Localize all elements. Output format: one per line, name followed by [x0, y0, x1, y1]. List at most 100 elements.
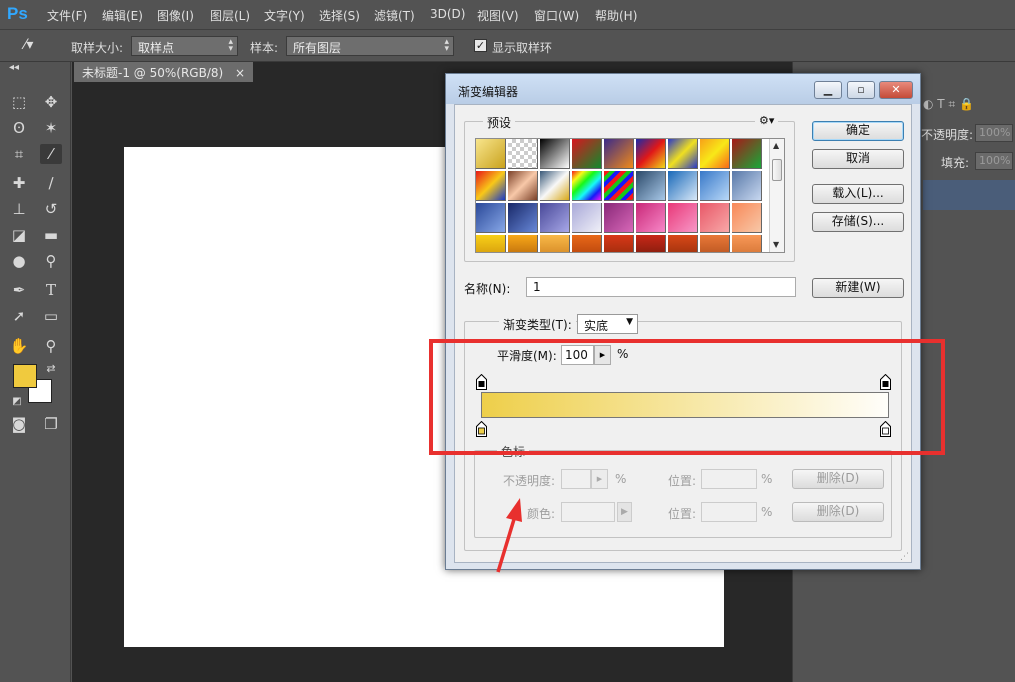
preset-swatch[interactable] — [540, 235, 570, 252]
scroll-up-icon[interactable]: ▲ — [773, 141, 779, 150]
menu-file[interactable]: 文件(F) — [47, 7, 87, 24]
dialog-title-bar[interactable]: 渐变编辑器 ▁ ▫ ✕ — [446, 74, 920, 104]
maximize-icon[interactable]: ▫ — [847, 81, 875, 99]
menu-3d[interactable]: 3D(D) — [430, 7, 465, 21]
preset-swatch[interactable] — [508, 139, 538, 169]
preset-swatch[interactable] — [636, 139, 666, 169]
preset-swatch[interactable] — [540, 171, 570, 201]
crop-tool-icon[interactable]: ⌗ — [8, 144, 30, 164]
pen-tool-icon[interactable]: ✒ — [8, 280, 30, 300]
name-input[interactable]: 1 — [526, 277, 796, 297]
close-tab-icon[interactable]: × — [235, 66, 245, 80]
gradient-type-select[interactable]: 实底 ▼ — [577, 314, 638, 334]
opacity-input[interactable]: 100% — [975, 124, 1013, 142]
menu-filter[interactable]: 滤镜(T) — [374, 7, 415, 24]
preset-swatch[interactable] — [508, 235, 538, 252]
resize-grip-icon[interactable]: ⋰ — [900, 552, 909, 562]
preset-swatch[interactable] — [636, 235, 666, 252]
new-button[interactable]: 新建(W) — [812, 278, 904, 298]
menu-view[interactable]: 视图(V) — [477, 7, 519, 24]
layer-filter-icons[interactable]: ◐ T ⌗ 🔒 — [923, 97, 974, 112]
move-tool-icon[interactable]: ✥ — [40, 92, 62, 112]
type-tool-icon[interactable]: T — [40, 280, 62, 300]
preset-swatch[interactable] — [572, 139, 602, 169]
preset-swatch[interactable] — [732, 139, 762, 169]
eyedropper-tool-icon[interactable]: ⁄ — [40, 144, 62, 164]
gradient-tool-icon[interactable]: ▬ — [40, 225, 62, 245]
preset-swatch[interactable] — [572, 235, 602, 252]
preset-swatch[interactable] — [476, 171, 506, 201]
collapse-icon[interactable]: ◂◂ — [3, 62, 25, 74]
preset-swatch[interactable] — [700, 139, 730, 169]
menu-help[interactable]: 帮助(H) — [595, 7, 637, 24]
hand-tool-icon[interactable]: ✋ — [8, 336, 30, 356]
preset-swatch[interactable] — [668, 203, 698, 233]
lasso-tool-icon[interactable]: ʘ — [8, 118, 30, 138]
preset-swatch[interactable] — [476, 139, 506, 169]
swatches-scrollbar[interactable]: ▲ ▼ — [769, 139, 784, 252]
clone-stamp-tool-icon[interactable]: ⊥ — [8, 199, 30, 219]
default-colors-icon[interactable]: ◩ — [6, 392, 28, 412]
preset-swatch[interactable] — [700, 203, 730, 233]
preset-swatch[interactable] — [732, 203, 762, 233]
preset-swatch[interactable] — [476, 235, 506, 252]
menu-edit[interactable]: 编辑(E) — [102, 7, 143, 24]
ok-button[interactable]: 确定 — [812, 121, 904, 141]
layer-row-selected[interactable] — [923, 180, 1015, 210]
preset-swatch[interactable] — [508, 203, 538, 233]
preset-swatch[interactable] — [604, 235, 634, 252]
scroll-thumb[interactable] — [772, 159, 782, 181]
history-brush-tool-icon[interactable]: ↺ — [40, 199, 62, 219]
preset-swatch[interactable] — [668, 235, 698, 252]
document-tab[interactable]: 未标题-1 @ 50%(RGB/8) × — [74, 62, 254, 82]
preset-swatch[interactable] — [604, 203, 634, 233]
marquee-tool-icon[interactable]: ⬚ — [8, 92, 30, 112]
foreground-color-swatch[interactable] — [13, 364, 37, 388]
preset-swatches[interactable]: ▲ ▼ — [475, 138, 785, 253]
preset-swatch[interactable] — [540, 203, 570, 233]
show-ring-checkbox[interactable]: ✓ — [474, 39, 487, 52]
preset-swatch[interactable] — [700, 171, 730, 201]
menu-type[interactable]: 文字(Y) — [264, 7, 305, 24]
fill-input[interactable]: 100% — [975, 152, 1013, 170]
preset-swatch[interactable] — [732, 235, 762, 252]
load-button[interactable]: 载入(L)... — [812, 184, 904, 204]
preset-swatch[interactable] — [636, 171, 666, 201]
preset-swatch[interactable] — [572, 203, 602, 233]
dodge-tool-icon[interactable]: ⚲ — [40, 251, 62, 271]
sample-size-select[interactable]: 取样点 ▴ ▾ — [131, 36, 238, 56]
close-icon[interactable]: ✕ — [879, 81, 913, 99]
preset-swatch[interactable] — [604, 171, 634, 201]
cancel-button[interactable]: 取消 — [812, 149, 904, 169]
preset-swatch[interactable] — [508, 171, 538, 201]
swap-colors-icon[interactable]: ⇄ — [40, 359, 62, 379]
rectangle-tool-icon[interactable]: ▭ — [40, 306, 62, 326]
path-selection-tool-icon[interactable]: ➚ — [8, 306, 30, 326]
healing-brush-tool-icon[interactable]: ✚ — [8, 173, 30, 193]
sample-select[interactable]: 所有图层 ▴ ▾ — [286, 36, 454, 56]
preset-swatch[interactable] — [636, 203, 666, 233]
blur-tool-icon[interactable]: ● — [8, 251, 30, 271]
menu-image[interactable]: 图像(I) — [157, 7, 194, 24]
quick-mask-icon[interactable]: ◙ — [8, 414, 30, 434]
preset-swatch[interactable] — [540, 139, 570, 169]
preset-swatch[interactable] — [604, 139, 634, 169]
menu-layer[interactable]: 图层(L) — [210, 7, 250, 24]
minimize-icon[interactable]: ▁ — [814, 81, 842, 99]
brush-tool-icon[interactable]: ∕ — [40, 173, 62, 193]
preset-swatch[interactable] — [668, 139, 698, 169]
preset-swatch[interactable] — [732, 171, 762, 201]
gear-icon[interactable]: ⚙▾ — [755, 114, 779, 127]
menu-window[interactable]: 窗口(W) — [534, 7, 579, 24]
magic-wand-tool-icon[interactable]: ✶ — [40, 118, 62, 138]
preset-swatch[interactable] — [572, 171, 602, 201]
preset-swatch[interactable] — [700, 235, 730, 252]
zoom-tool-icon[interactable]: ⚲ — [40, 336, 62, 356]
scroll-down-icon[interactable]: ▼ — [773, 240, 779, 249]
preset-swatch[interactable] — [476, 203, 506, 233]
preset-swatch[interactable] — [668, 171, 698, 201]
eyedropper-tool-icon[interactable]: ⁄▾ — [24, 37, 33, 53]
eraser-tool-icon[interactable]: ◪ — [8, 225, 30, 245]
menu-select[interactable]: 选择(S) — [319, 7, 360, 24]
save-button[interactable]: 存储(S)... — [812, 212, 904, 232]
